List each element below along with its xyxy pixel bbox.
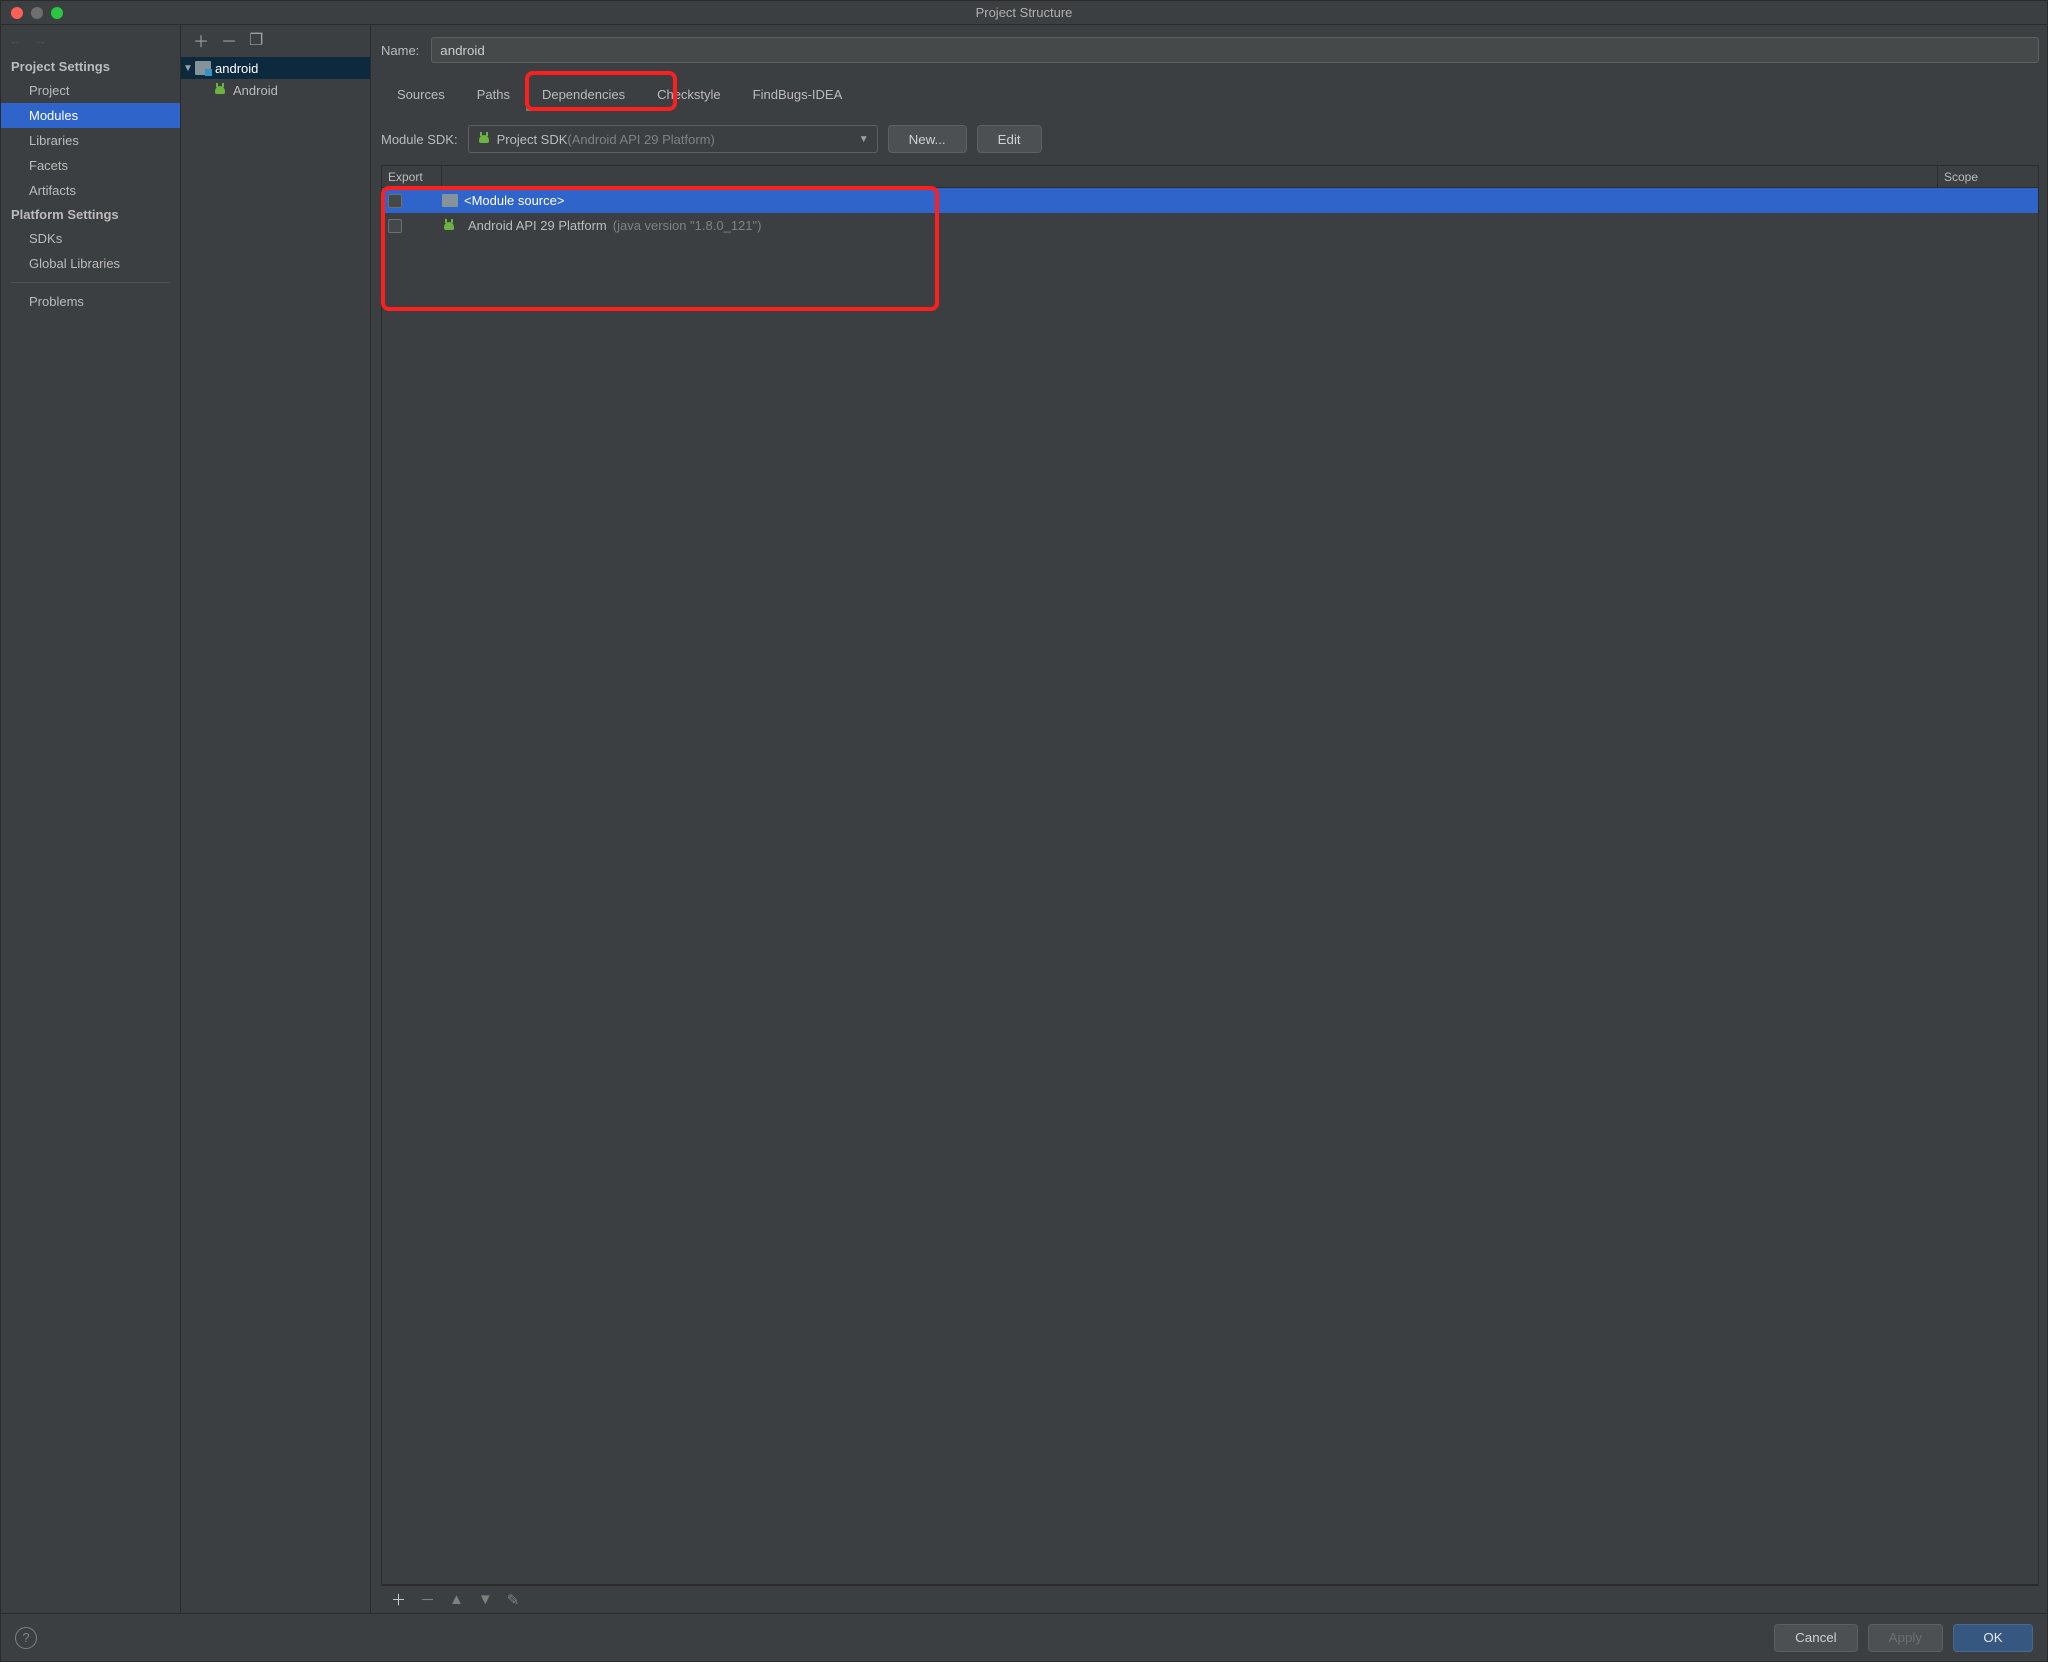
dependency-row[interactable]: <Module source> <box>382 188 2038 213</box>
tab-paths[interactable]: Paths <box>461 81 526 111</box>
tree-node-label: android <box>215 61 258 76</box>
ok-button[interactable]: OK <box>1953 1624 2033 1652</box>
sidebar-item-artifacts[interactable]: Artifacts <box>1 178 180 203</box>
apply-button[interactable]: Apply <box>1868 1624 1943 1652</box>
tree-node-child[interactable]: Android <box>181 79 370 101</box>
dependency-label: <Module source> <box>464 193 564 208</box>
cancel-button[interactable]: Cancel <box>1774 1624 1858 1652</box>
sidebar-item-modules[interactable]: Modules <box>1 103 180 128</box>
module-tree-panel: ＋ － ❐ ▼ android Android <box>181 25 371 1613</box>
sidebar-item-facets[interactable]: Facets <box>1 153 180 178</box>
dependencies-table: Export Scope <Module source> <box>381 165 2039 1585</box>
dependency-version: (java version "1.8.0_121") <box>613 218 762 233</box>
settings-sidebar: ← → Project Settings Project Modules Lib… <box>1 25 181 1613</box>
dialog-footer: ? Cancel Apply OK <box>1 1613 2047 1661</box>
module-folder-icon <box>195 61 211 75</box>
content-panel: Name: Sources Paths Dependencies Checkst… <box>371 25 2047 1613</box>
tabs: Sources Paths Dependencies Checkstyle Fi… <box>381 81 2039 111</box>
module-name-input[interactable] <box>431 37 2039 63</box>
tree-expand-icon[interactable]: ▼ <box>181 63 195 74</box>
export-checkbox[interactable] <box>388 194 402 208</box>
module-sdk-label: Module SDK: <box>381 132 458 147</box>
name-label: Name: <box>381 43 419 58</box>
chevron-down-icon: ▼ <box>859 134 869 145</box>
tab-sources[interactable]: Sources <box>381 81 461 111</box>
titlebar: Project Structure <box>1 1 2047 25</box>
module-sdk-select[interactable]: Project SDK (Android API 29 Platform) ▼ <box>468 125 878 153</box>
add-dependency-icon[interactable]: ＋ <box>391 1589 406 1610</box>
sidebar-item-sdks[interactable]: SDKs <box>1 226 180 251</box>
window-title: Project Structure <box>1 5 2047 20</box>
help-icon[interactable]: ? <box>15 1627 37 1649</box>
sidebar-item-libraries[interactable]: Libraries <box>1 128 180 153</box>
folder-icon <box>442 194 458 207</box>
column-scope[interactable]: Scope <box>1938 166 2038 187</box>
sidebar-item-global-libraries[interactable]: Global Libraries <box>1 251 180 276</box>
sidebar-item-problems[interactable]: Problems <box>1 289 180 314</box>
add-module-icon[interactable]: ＋ <box>193 28 209 52</box>
export-checkbox[interactable] <box>388 219 402 233</box>
section-platform-settings: Platform Settings <box>1 203 180 226</box>
tree-node-label: Android <box>233 83 278 98</box>
tab-dependencies[interactable]: Dependencies <box>526 81 641 111</box>
sdk-value-dim: (Android API 29 Platform) <box>567 132 714 147</box>
edit-sdk-button[interactable]: Edit <box>977 125 1042 153</box>
back-arrow-icon[interactable]: ← <box>9 33 22 48</box>
sidebar-item-project[interactable]: Project <box>1 78 180 103</box>
dependency-toolbar: ＋ － ▲ ▼ ✎ <box>381 1585 2039 1613</box>
column-export[interactable]: Export <box>382 166 442 187</box>
remove-dependency-icon: － <box>420 1589 435 1610</box>
tab-findbugs[interactable]: FindBugs-IDEA <box>737 81 859 111</box>
section-project-settings: Project Settings <box>1 55 180 78</box>
tab-checkstyle[interactable]: Checkstyle <box>641 81 737 111</box>
forward-arrow-icon[interactable]: → <box>34 33 47 48</box>
android-icon <box>213 83 227 97</box>
remove-module-icon[interactable]: － <box>221 28 237 52</box>
android-icon <box>477 132 491 146</box>
divider <box>11 282 170 283</box>
move-up-icon: ▲ <box>449 1591 464 1608</box>
new-sdk-button[interactable]: New... <box>888 125 967 153</box>
copy-module-icon[interactable]: ❐ <box>249 30 263 50</box>
dependency-label: Android API 29 Platform <box>468 218 607 233</box>
android-icon <box>442 219 456 233</box>
dependency-row[interactable]: Android API 29 Platform (java version "1… <box>382 213 2038 238</box>
sdk-value: Project SDK <box>497 132 568 147</box>
edit-dependency-icon: ✎ <box>507 1591 520 1609</box>
tree-node-root[interactable]: ▼ android <box>181 57 370 79</box>
move-down-icon: ▼ <box>478 1591 493 1608</box>
